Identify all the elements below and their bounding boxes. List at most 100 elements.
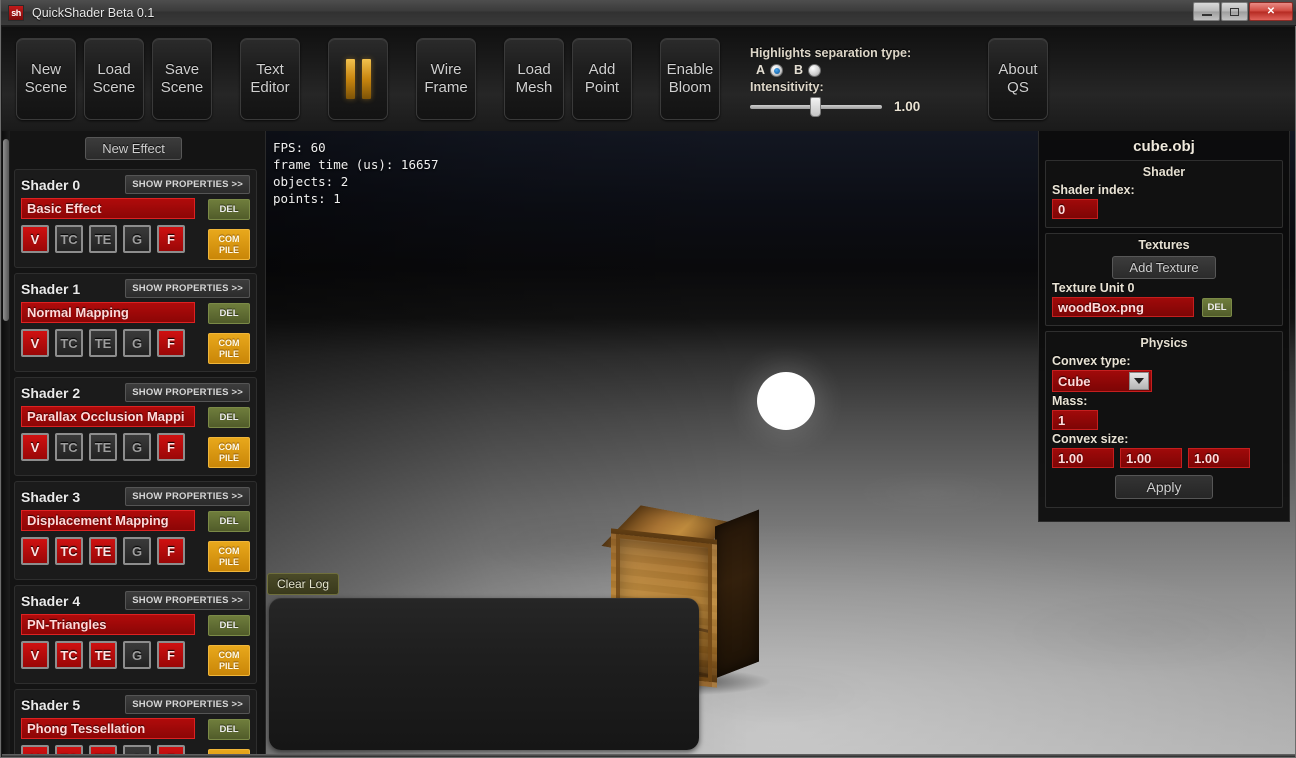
app-icon: sh: [8, 4, 24, 21]
text-editor-button[interactable]: Text Editor: [240, 38, 300, 120]
shader-stage-button-g[interactable]: G: [123, 433, 151, 461]
show-properties-button[interactable]: SHOW PROPERTIES >>: [125, 383, 250, 402]
shader-list-scrollbar[interactable]: [2, 131, 10, 755]
shader-stage-button-te[interactable]: TE: [89, 433, 117, 461]
shader-stage-button-v[interactable]: V: [21, 329, 49, 357]
shader-stage-button-te[interactable]: TE: [89, 537, 117, 565]
close-button[interactable]: ✕: [1249, 2, 1293, 21]
shader-stage-button-f[interactable]: F: [157, 225, 185, 253]
show-properties-button[interactable]: SHOW PROPERTIES >>: [125, 695, 250, 714]
load-mesh-button[interactable]: Load Mesh: [504, 38, 564, 120]
shader-stage-button-g[interactable]: G: [123, 537, 151, 565]
shader-stage-button-g[interactable]: G: [123, 641, 151, 669]
shader-compile-button[interactable]: COMPILE: [208, 645, 250, 676]
shader-delete-button[interactable]: DEL: [208, 199, 250, 220]
shader-title: Shader 5: [21, 696, 81, 713]
shader-index-input[interactable]: 0: [1052, 199, 1098, 219]
shader-name-input[interactable]: Phong Tessellation: [21, 718, 195, 739]
minimize-button[interactable]: [1193, 2, 1220, 21]
convex-type-select[interactable]: Cube: [1052, 370, 1152, 392]
show-properties-button[interactable]: SHOW PROPERTIES >>: [125, 591, 250, 610]
clear-log-button[interactable]: Clear Log: [267, 573, 340, 595]
add-point-button[interactable]: Add Point: [572, 38, 632, 120]
shader-stage-button-f[interactable]: F: [157, 641, 185, 669]
shader-stage-button-f[interactable]: F: [157, 329, 185, 357]
shader-compile-button[interactable]: COMPILE: [208, 541, 250, 572]
texture-path-input[interactable]: woodBox.png: [1052, 297, 1194, 317]
shader-stage-button-v[interactable]: V: [21, 433, 49, 461]
shader-stage-button-te[interactable]: TE: [89, 641, 117, 669]
texture-unit-label: Texture Unit 0: [1052, 281, 1135, 295]
shader-stage-button-v[interactable]: V: [21, 225, 49, 253]
compile-label-1: COM: [218, 233, 240, 244]
wire-frame-label-2: Frame: [424, 79, 468, 96]
shader-delete-button[interactable]: DEL: [208, 511, 250, 532]
add-texture-button[interactable]: Add Texture: [1112, 256, 1216, 279]
shader-card-actions: DEL COMPILE: [208, 406, 250, 468]
load-scene-button[interactable]: Load Scene: [84, 38, 144, 120]
save-scene-button[interactable]: Save Scene: [152, 38, 212, 120]
shader-stage-button-tc[interactable]: TC: [55, 329, 83, 357]
texture-unit-row: woodBox.png DEL: [1052, 297, 1276, 317]
shader-name-input[interactable]: Parallax Occlusion Mappi: [21, 406, 195, 427]
shader-stage-button-te[interactable]: TE: [89, 329, 117, 357]
convex-size-x-input[interactable]: 1.00: [1052, 448, 1114, 468]
new-effect-button[interactable]: New Effect: [85, 137, 182, 160]
shader-delete-button[interactable]: DEL: [208, 615, 250, 636]
shader-section-title: Shader: [1142, 165, 1186, 179]
light-point-gizmo[interactable]: [757, 372, 815, 430]
shader-stage-buttons: VTCTEGF: [21, 641, 202, 669]
mass-input[interactable]: 1: [1052, 410, 1098, 430]
apply-row: Apply: [1052, 475, 1276, 499]
shader-name-input[interactable]: PN-Triangles: [21, 614, 195, 635]
shader-name-input[interactable]: Normal Mapping: [21, 302, 195, 323]
chevron-down-icon[interactable]: [1129, 372, 1149, 390]
shader-compile-button[interactable]: COMPILE: [208, 229, 250, 260]
radio-b-button[interactable]: [808, 63, 822, 77]
shader-compile-button[interactable]: COMPILE: [208, 437, 250, 468]
shader-stage-button-tc[interactable]: TC: [55, 225, 83, 253]
radio-a-button[interactable]: [770, 63, 784, 77]
log-output[interactable]: [269, 598, 699, 750]
pause-button[interactable]: [328, 38, 388, 120]
shader-stage-button-g[interactable]: G: [123, 225, 151, 253]
texture-delete-button[interactable]: DEL: [1202, 297, 1232, 317]
shader-stage-button-te[interactable]: TE: [89, 225, 117, 253]
show-properties-button[interactable]: SHOW PROPERTIES >>: [125, 175, 250, 194]
convex-size-label: Convex size:: [1052, 432, 1129, 446]
shader-card-header: Shader 1 SHOW PROPERTIES >>: [21, 279, 250, 298]
maximize-button[interactable]: [1221, 2, 1248, 21]
shader-delete-button[interactable]: DEL: [208, 303, 250, 324]
intensity-slider[interactable]: [750, 96, 882, 117]
shader-card: Shader 4 SHOW PROPERTIES >> PN-Triangles V T…: [14, 585, 257, 684]
wire-frame-button[interactable]: Wire Frame: [416, 38, 476, 120]
new-scene-button[interactable]: New Scene: [16, 38, 76, 120]
shader-list-panel: New Effect Shader 0 SHOW PROPERTIES >> Bas…: [2, 131, 266, 755]
shader-title: Shader 4: [21, 592, 81, 609]
convex-size-y-input[interactable]: 1.00: [1120, 448, 1182, 468]
shader-name-input[interactable]: Basic Effect: [21, 198, 195, 219]
shader-card-body: Phong TessellationVTCTEGFDELCOMPILE: [21, 718, 250, 755]
shader-stage-button-tc[interactable]: TC: [55, 433, 83, 461]
shader-name-input[interactable]: Displacement Mapping: [21, 510, 195, 531]
shader-stage-button-v[interactable]: V: [21, 537, 49, 565]
shader-stage-button-f[interactable]: F: [157, 537, 185, 565]
convex-size-z-input[interactable]: 1.00: [1188, 448, 1250, 468]
shader-stage-button-g[interactable]: G: [123, 329, 151, 357]
shader-stage-button-tc[interactable]: TC: [55, 537, 83, 565]
load-scene-label-1: Load: [97, 60, 131, 78]
show-properties-button[interactable]: SHOW PROPERTIES >>: [125, 487, 250, 506]
shader-delete-button[interactable]: DEL: [208, 407, 250, 428]
apply-button[interactable]: Apply: [1115, 475, 1213, 499]
shader-stage-button-tc[interactable]: TC: [55, 641, 83, 669]
intensity-slider-thumb[interactable]: [810, 96, 821, 117]
shader-delete-button[interactable]: DEL: [208, 719, 250, 740]
about-qs-button[interactable]: About QS: [988, 38, 1048, 120]
shader-stage-button-v[interactable]: V: [21, 641, 49, 669]
convex-type-label: Convex type:: [1052, 354, 1131, 368]
shader-stage-button-f[interactable]: F: [157, 433, 185, 461]
shader-compile-button[interactable]: COMPILE: [208, 333, 250, 364]
show-properties-button[interactable]: SHOW PROPERTIES >>: [125, 279, 250, 298]
enable-bloom-button[interactable]: Enable Bloom: [660, 38, 720, 120]
shader-list-scrollbar-thumb[interactable]: [3, 139, 9, 321]
